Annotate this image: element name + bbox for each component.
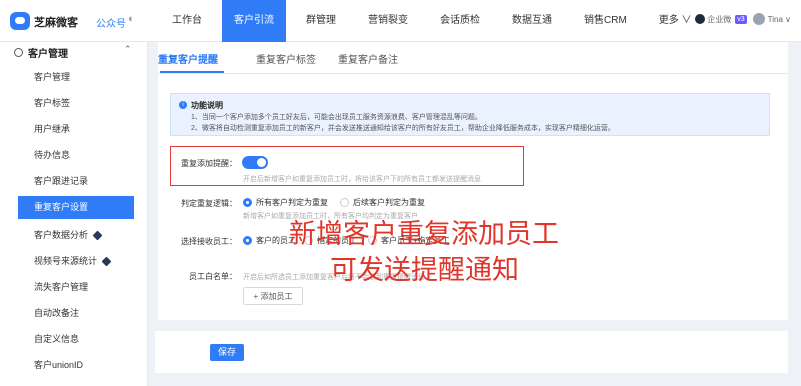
sidebar-item-duplicate-settings[interactable]: 重复客户设置 xyxy=(18,196,134,219)
feature-notice: i 功能说明 1、当同一个客户添加多个员工好友后，可能会出现员工服务资源浪费、客… xyxy=(170,93,770,136)
notice-title: 功能说明 xyxy=(191,101,223,110)
wecom-badge[interactable]: 企业微 xyxy=(707,14,731,25)
radio-checked-icon xyxy=(243,198,252,207)
radio-label: 后续客户判定为重复 xyxy=(353,198,425,207)
judge-option-subsequent[interactable]: 后续客户判定为重复 xyxy=(340,197,425,208)
sidebar: 客户管理 ⌃ 客户管理 客户标签 用户继承 待办信息 客户跟进记录 重复客户设置… xyxy=(0,42,148,386)
nav-item-data-sync[interactable]: 数据互通 xyxy=(500,0,564,42)
judge-label: 判定重复逻辑： xyxy=(181,199,237,208)
whitelist-label: 员工白名单： xyxy=(189,272,237,281)
receiver-label: 选择接收员工： xyxy=(181,237,237,246)
header-tools: 企业微 v3 Tina ∨ xyxy=(695,13,791,25)
highlight-box xyxy=(170,146,524,186)
radio-checked-icon xyxy=(243,236,252,245)
sidebar-item-label: 客户数据分析 xyxy=(34,230,89,240)
nav-item-marketing[interactable]: 营销裂变 xyxy=(356,0,420,42)
sidebar-item-user-inheritance[interactable]: 用户继承 xyxy=(34,122,70,136)
nav-item-workbench[interactable]: 工作台 xyxy=(160,0,214,42)
sidebar-section-header[interactable]: 客户管理 xyxy=(14,44,68,60)
sidebar-item-unionid[interactable]: 客户unionID xyxy=(34,358,83,372)
nav-item-customer-acquisition[interactable]: 客户引流 xyxy=(222,0,286,42)
sidebar-item-auto-remark[interactable]: 自动改备注 xyxy=(34,306,79,320)
sidebar-item-customer-management[interactable]: 客户管理 xyxy=(34,70,70,84)
info-icon: i xyxy=(179,101,187,109)
user-menu[interactable]: Tina ∨ xyxy=(768,15,791,24)
customer-management-icon xyxy=(14,47,23,57)
nav-item-session-qc[interactable]: 会话质检 xyxy=(428,0,492,42)
brand-tag[interactable]: 公众号 xyxy=(96,15,126,30)
sidebar-section-title: 客户管理 xyxy=(28,48,68,60)
avatar[interactable] xyxy=(752,13,765,25)
brand-logo-icon[interactable] xyxy=(10,12,30,30)
sidebar-item-follow-up[interactable]: 客户跟进记录 xyxy=(34,174,88,188)
notice-line-2: 2、微客将自动检测重复添加员工的新客户，并会发送推送通知给该客户的所有好友员工，… xyxy=(191,125,615,132)
main-nav: 工作台 客户引流 群管理 营销裂变 会话质检 数据互通 销售CRM 更多 ∨ xyxy=(160,0,712,42)
premium-icon xyxy=(101,256,112,266)
add-staff-button[interactable]: + 添加员工 xyxy=(243,287,303,305)
overlay-caption-line-1: 新增客户重复添加员工 xyxy=(289,219,559,250)
theme-toggle-icon[interactable]: ◐ xyxy=(128,13,135,25)
sidebar-item-lost-customers[interactable]: 流失客户管理 xyxy=(34,280,88,294)
active-tab-indicator xyxy=(160,71,224,73)
premium-icon xyxy=(92,230,103,240)
tab-duplicate-reminder[interactable]: 重复客户提醒 xyxy=(158,51,218,66)
notice-line-1: 1、当同一个客户添加多个员工好友后，可能会出现员工服务资源浪费、客户管理混乱等问… xyxy=(191,114,482,121)
sidebar-item-data-analysis[interactable]: 客户数据分析 xyxy=(34,228,103,242)
nav-item-group-management[interactable]: 群管理 xyxy=(294,0,348,42)
top-bar: 芝麻微客 公众号 ◐ 工作台 客户引流 群管理 营销裂变 会话质检 数据互通 销… xyxy=(0,0,801,42)
tab-duplicate-tags[interactable]: 重复客户标签 xyxy=(256,51,316,66)
brand-name[interactable]: 芝麻微客 xyxy=(34,14,78,30)
radio-unchecked-icon xyxy=(340,198,349,207)
save-button[interactable]: 保存 xyxy=(210,344,244,361)
wecom-icon xyxy=(695,14,706,24)
overlay-caption-line-2: 可发送提醒通知 xyxy=(330,255,519,286)
sidebar-item-customer-tags[interactable]: 客户标签 xyxy=(34,96,70,110)
version-badge: v3 xyxy=(735,14,747,24)
tab-duplicate-remarks[interactable]: 重复客户备注 xyxy=(338,51,398,66)
tab-bar: 重复客户提醒 重复客户标签 重复客户备注 xyxy=(158,42,788,74)
chevron-up-icon[interactable]: ⌃ xyxy=(124,44,132,55)
sidebar-item-label: 视频号来源统计 xyxy=(34,256,98,266)
nav-item-sales-crm[interactable]: 销售CRM xyxy=(572,0,639,42)
sidebar-item-custom-info[interactable]: 自定义信息 xyxy=(34,332,79,346)
sidebar-item-todo[interactable]: 待办信息 xyxy=(34,148,70,162)
footer-bar: 保存 xyxy=(155,331,788,373)
judge-option-all[interactable]: 所有客户判定为重复 xyxy=(243,197,328,208)
radio-label: 所有客户判定为重复 xyxy=(256,198,328,207)
sidebar-item-video-source[interactable]: 视频号来源统计 xyxy=(34,254,112,268)
